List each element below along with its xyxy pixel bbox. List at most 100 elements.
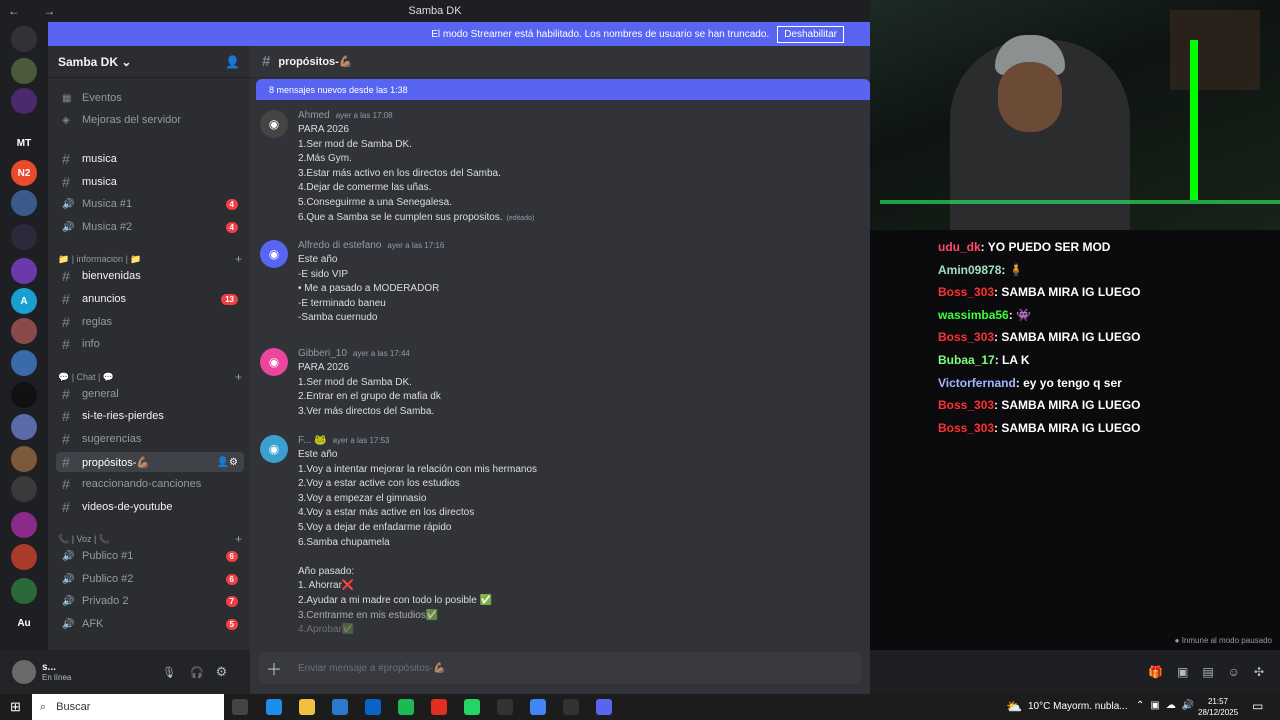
avatar[interactable]: ◉ (260, 435, 288, 463)
taskbar-app-icon[interactable] (596, 699, 612, 715)
channel-item[interactable]: # videos-de-youtube (56, 497, 244, 517)
channel-item[interactable]: 🔊 Publico #2 6 (56, 569, 244, 589)
message-author[interactable]: Gibberi_10 (298, 348, 347, 359)
message-author[interactable]: Alfredo di estefano (298, 240, 381, 251)
channel-item[interactable]: 🔊 Musica #1 4 (56, 194, 244, 214)
channel-name: si-te-ries-pierdes (82, 410, 164, 422)
clock-date[interactable]: 28/12/2025 (1198, 707, 1238, 718)
channel-item[interactable]: # si-te-ries-pierdes (56, 406, 244, 426)
taskbar-app-icon[interactable] (464, 699, 480, 715)
plus-icon[interactable]: + (235, 370, 242, 384)
server-icon[interactable] (11, 544, 37, 570)
gift-icon[interactable]: 🎁 (1148, 665, 1163, 679)
channel-settings-icon[interactable]: 👤⚙ (217, 457, 238, 468)
server-icon[interactable] (11, 258, 37, 284)
channel-item[interactable]: # musica (56, 172, 244, 192)
channel-item[interactable]: 🔊 Publico #1 6 (56, 546, 244, 566)
server-icon[interactable]: MT (11, 130, 37, 156)
streamer-banner-text: El modo Streamer está habilitado. Los no… (431, 28, 770, 40)
channel-sidebar: Samba DK ⌄ 👤 ▦ Eventos ◈ Mejoras del servid… (48, 46, 250, 650)
taskbar-app-icon[interactable] (563, 699, 579, 715)
avatar[interactable]: ◉ (260, 240, 288, 268)
server-icon[interactable]: N2 (11, 160, 37, 186)
message-header: Ahmed ayer a las 17:08 (298, 110, 393, 121)
plus-icon[interactable]: ＋ (266, 656, 282, 680)
server-icon[interactable] (11, 512, 37, 538)
server-icon[interactable] (11, 224, 37, 250)
message-composer[interactable]: ＋ Enviar mensaje a #propósitos-💪🏽 (258, 652, 862, 684)
sticker-icon[interactable]: ▤ (1202, 665, 1213, 679)
taskbar-app-icon[interactable] (530, 699, 546, 715)
hash-icon: # (62, 408, 70, 424)
microphone-icon[interactable]: 🎙 (162, 666, 176, 679)
new-messages-bar[interactable]: 8 mensajes nuevos desde las 1:38 (256, 79, 870, 100)
channel-category[interactable]: 📞 | Voz | 📞 + (58, 532, 242, 546)
server-icon[interactable] (11, 350, 37, 376)
channel-item[interactable]: # musica (56, 149, 244, 169)
channel-item[interactable]: ◈ Mejoras del servidor (56, 110, 244, 130)
channel-item[interactable]: # general (56, 384, 244, 404)
taskbar-app-icon[interactable] (332, 699, 348, 715)
message-input[interactable]: Enviar mensaje a #propósitos-💪🏽 (298, 663, 446, 674)
clock-time[interactable]: 21:57 (1198, 696, 1238, 707)
taskbar-app-icon[interactable] (365, 699, 381, 715)
channel-item[interactable]: # info (56, 334, 244, 354)
message-header: F... 🐸 ayer a las 17:53 (298, 435, 390, 446)
hash-icon: # (262, 53, 271, 70)
server-icon[interactable] (11, 382, 37, 408)
taskbar-app-icon[interactable] (497, 699, 513, 715)
server-header[interactable]: Samba DK ⌄ 👤 (48, 46, 250, 78)
channel-item[interactable]: # bienvenidas (56, 266, 244, 286)
notifications-icon[interactable]: ▭ (1252, 699, 1263, 713)
channel-item[interactable]: 🔊 AFK 5 (56, 614, 244, 634)
server-icon[interactable] (11, 190, 37, 216)
headphones-icon[interactable]: 🎧 (190, 666, 204, 679)
taskbar-search[interactable]: ⌕ Buscar (32, 694, 224, 720)
title-bar: ← → Samba DK (0, 0, 870, 22)
channel-name: Publico #1 (82, 550, 134, 562)
channel-item[interactable]: 🔊 Privado 2 7 (56, 591, 244, 611)
server-icon[interactable] (11, 88, 37, 114)
taskbar-app-icon[interactable] (266, 699, 282, 715)
avatar[interactable] (12, 660, 36, 684)
server-icon[interactable]: Au (11, 610, 37, 636)
channel-item[interactable]: ▦ Eventos (56, 88, 244, 108)
channel-item[interactable]: # anuncios 13 (56, 289, 244, 309)
message-author[interactable]: F... 🐸 (298, 435, 327, 446)
username: s... (42, 662, 56, 673)
avatar[interactable]: ◉ (260, 348, 288, 376)
server-icon[interactable] (11, 578, 37, 604)
add-member-icon[interactable]: 👤 (225, 55, 240, 69)
emoji-icon[interactable]: ☺ (1228, 665, 1240, 679)
message-author[interactable]: Ahmed (298, 110, 330, 121)
server-icon[interactable] (11, 414, 37, 440)
disable-streamer-button[interactable]: Deshabilitar (777, 25, 844, 43)
plus-icon[interactable]: + (235, 252, 242, 266)
plus-icon[interactable]: + (235, 532, 242, 546)
tray-icons[interactable]: ⌃▣☁🔊 (1136, 700, 1200, 711)
taskbar-app-icon[interactable] (431, 699, 447, 715)
channel-item[interactable]: 🔊 Musica #2 4 (56, 217, 244, 237)
taskbar-app-icon[interactable] (398, 699, 414, 715)
server-icon[interactable] (11, 446, 37, 472)
server-icon[interactable] (11, 26, 37, 52)
gear-icon[interactable]: ⚙ (216, 664, 228, 680)
server-icon[interactable] (11, 476, 37, 502)
apps-icon[interactable]: ✣ (1254, 665, 1264, 679)
server-icon[interactable] (11, 58, 37, 84)
server-icon[interactable] (11, 318, 37, 344)
taskbar-app-icon[interactable] (232, 699, 248, 715)
weather-text[interactable]: 10°C Mayorm. nubla... (1028, 701, 1128, 712)
weather-icon[interactable]: ⛅ (1006, 699, 1022, 715)
channel-item[interactable]: # sugerencias (56, 429, 244, 449)
windows-start-icon[interactable]: ⊞ (10, 699, 21, 715)
taskbar-app-icon[interactable] (299, 699, 315, 715)
channel-category[interactable]: 💬 | Chat | 💬 + (58, 370, 242, 384)
avatar[interactable]: ◉ (260, 110, 288, 138)
server-icon[interactable]: A (11, 288, 37, 314)
channel-item[interactable]: # reglas (56, 312, 244, 332)
gif-icon[interactable]: ▣ (1177, 665, 1188, 679)
channel-item[interactable]: # reaccionando-canciones (56, 474, 244, 494)
channel-item[interactable]: # propósitos-💪🏽 👤⚙ (56, 452, 244, 472)
channel-category[interactable]: 📁 | informacion | 📁 + (58, 252, 242, 266)
